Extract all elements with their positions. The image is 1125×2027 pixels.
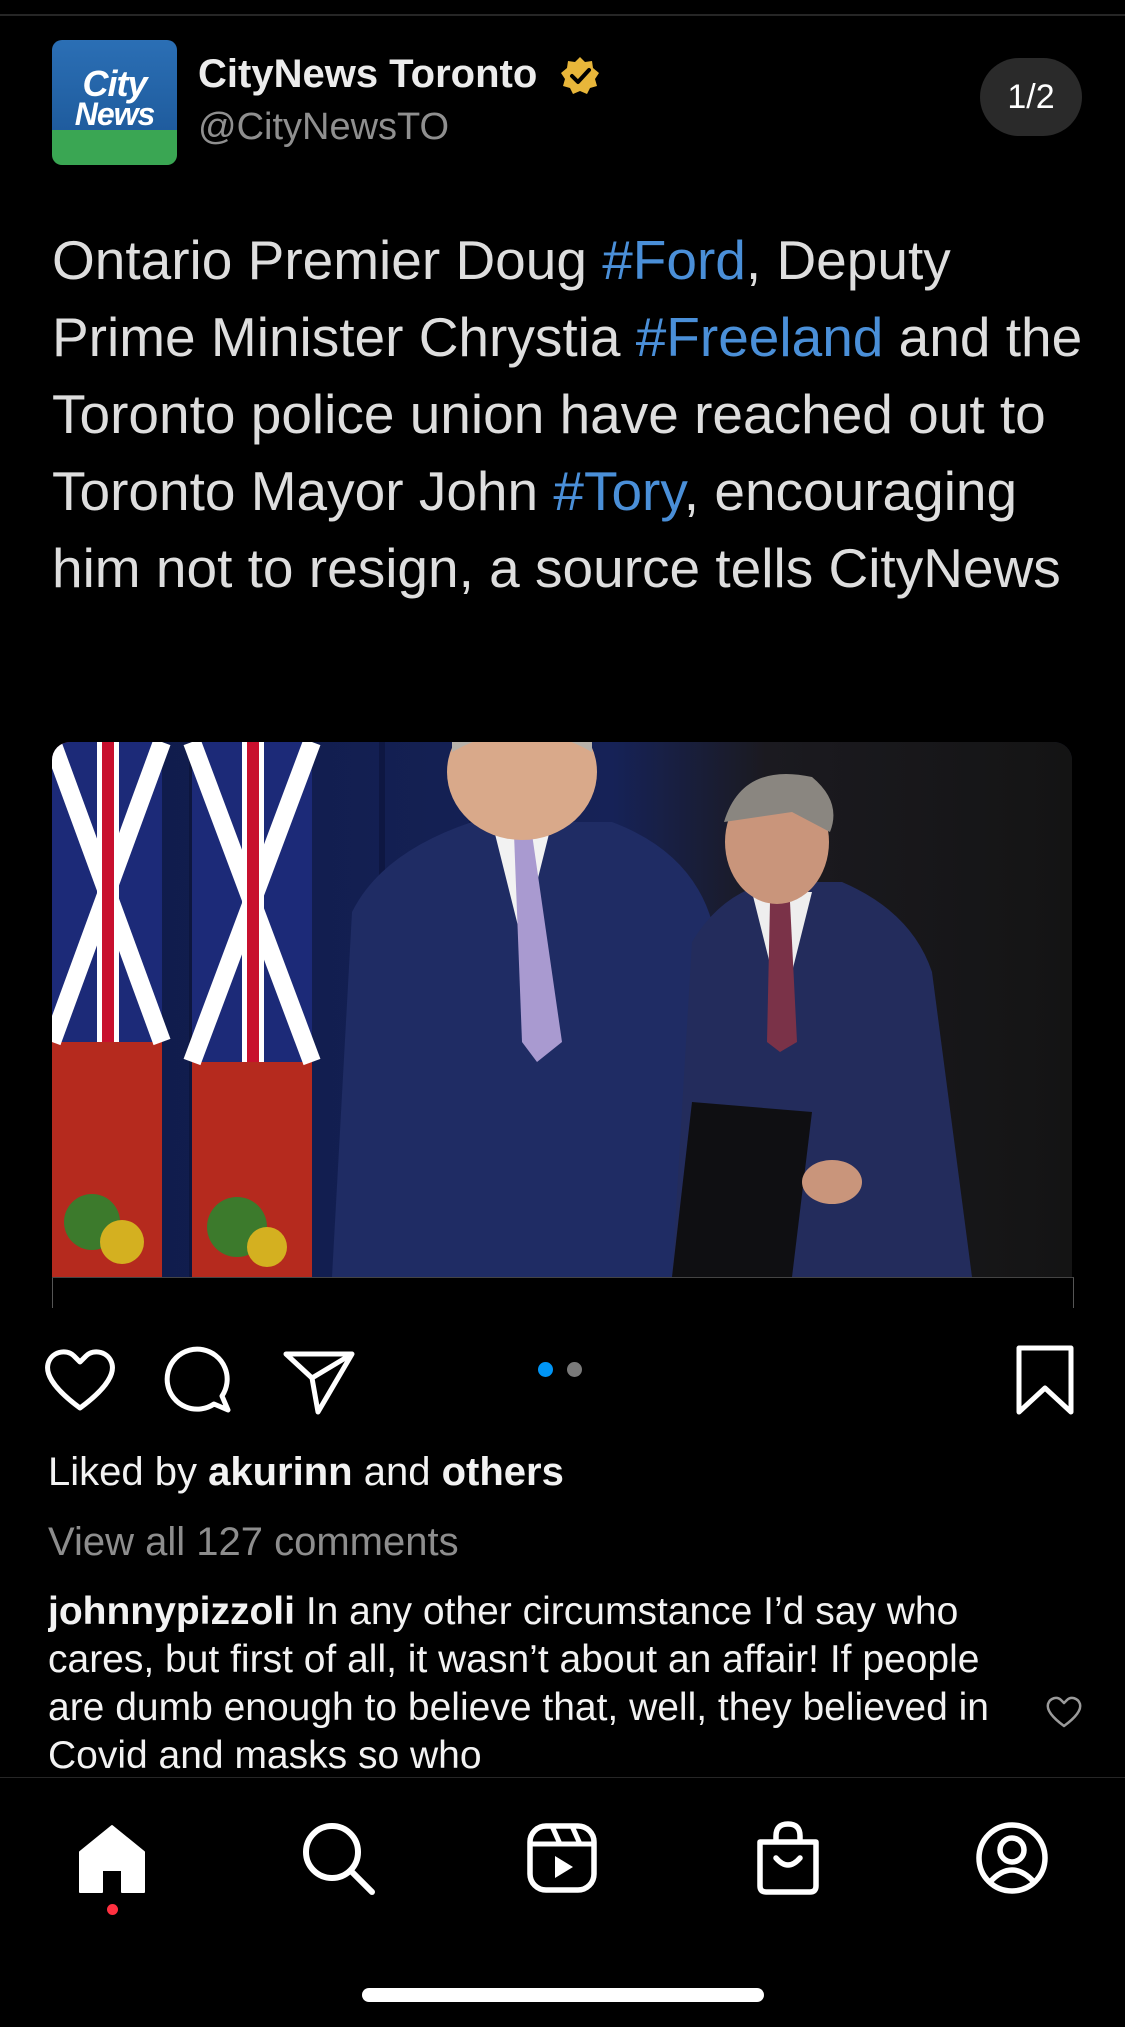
hashtag-link[interactable]: #Tory: [553, 460, 683, 522]
search-icon[interactable]: [298, 1818, 378, 1898]
hashtag-link[interactable]: #Freeland: [636, 306, 884, 368]
likes-others[interactable]: others: [442, 1450, 564, 1494]
logo-text-news: News: [74, 96, 156, 132]
comment-like-heart-icon[interactable]: [1044, 1692, 1084, 1732]
carousel-dot-active: [538, 1362, 553, 1377]
likes-line[interactable]: Liked by akurinn and others: [48, 1450, 564, 1495]
carousel-dot: [567, 1362, 582, 1377]
verified-badge-icon: [561, 57, 599, 94]
reels-icon[interactable]: [522, 1818, 602, 1898]
page-indicator-badge: 1/2: [980, 58, 1082, 136]
photo-illustration: [52, 742, 1072, 1277]
tweet-header: City News CityNews Toronto @CityNewsTO 1…: [52, 40, 1082, 165]
ontario-flag-left: [52, 742, 171, 1277]
tweet-text-segment: Ontario Premier Doug: [52, 229, 603, 291]
account-handle[interactable]: @CityNewsTO: [198, 106, 449, 149]
likes-prefix: Liked by: [48, 1450, 209, 1494]
home-notification-dot: [107, 1904, 118, 1915]
account-name[interactable]: CityNews Toronto: [198, 52, 537, 97]
top-divider: [0, 14, 1125, 16]
citynews-logo[interactable]: City News: [52, 40, 177, 165]
ontario-flag-right: [183, 742, 321, 1277]
tweet-text: Ontario Premier Doug #Ford, Deputy Prime…: [52, 222, 1092, 607]
bookmark-icon[interactable]: [1005, 1340, 1085, 1420]
likes-middle: and: [352, 1450, 442, 1494]
shop-icon[interactable]: [748, 1818, 828, 1898]
post-photo[interactable]: [52, 742, 1072, 1277]
comment-bubble-icon[interactable]: [158, 1340, 238, 1420]
comment-username[interactable]: johnnypizzoli: [48, 1590, 295, 1633]
home-icon[interactable]: [72, 1818, 152, 1898]
home-indicator: [362, 1988, 764, 2002]
heart-icon[interactable]: [40, 1340, 120, 1420]
liked-by-user[interactable]: akurinn: [208, 1450, 352, 1494]
bottom-navigation: [0, 1778, 1125, 1928]
photo-frame-bottom: [52, 1277, 1074, 1308]
profile-icon[interactable]: [972, 1818, 1052, 1898]
comment-preview: johnnypizzoli In any other circumstance …: [48, 1588, 1008, 1778]
hashtag-link[interactable]: #Ford: [602, 229, 746, 291]
send-icon[interactable]: [278, 1340, 358, 1420]
view-all-comments-link[interactable]: View all 127 comments: [48, 1520, 459, 1565]
carousel-dots: [538, 1362, 596, 1382]
